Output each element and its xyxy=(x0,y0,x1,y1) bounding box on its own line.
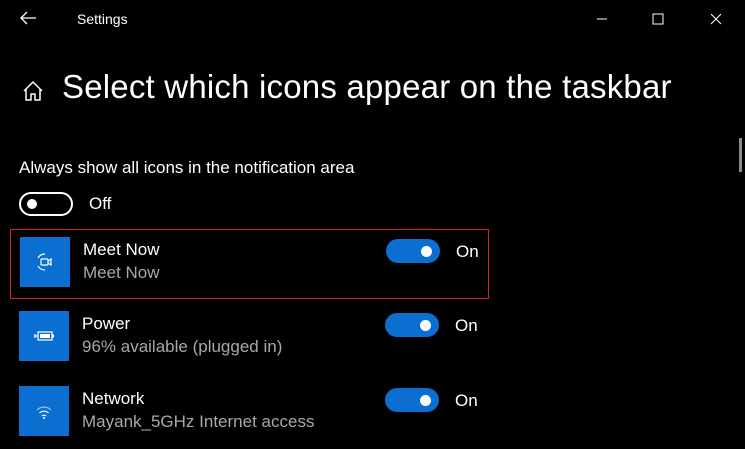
toggle-knob xyxy=(27,199,37,209)
minimize-button[interactable] xyxy=(580,0,624,38)
minimize-icon xyxy=(597,18,607,20)
item-state: On xyxy=(456,242,479,261)
meet-now-toggle[interactable] xyxy=(386,239,440,263)
home-icon[interactable] xyxy=(21,79,45,103)
wifi-icon xyxy=(19,386,69,436)
item-description: Meet Now xyxy=(83,263,160,282)
page-title: Select which icons appear on the taskbar xyxy=(62,68,672,105)
meet-now-icon xyxy=(20,237,70,287)
item-description: Mayank_5GHz Internet access xyxy=(82,412,315,431)
network-toggle[interactable] xyxy=(385,388,439,412)
item-state: On xyxy=(455,391,478,410)
scrollbar-thumb[interactable] xyxy=(739,138,742,172)
always-show-label: Always show all icons in the notificatio… xyxy=(19,158,355,177)
list-item-network[interactable]: Network Mayank_5GHz Internet access On xyxy=(10,379,489,449)
maximize-button[interactable] xyxy=(636,0,680,38)
maximize-icon xyxy=(652,13,664,25)
list-item-meet-now[interactable]: Meet Now Meet Now On xyxy=(10,229,489,299)
always-show-state: Off xyxy=(89,194,112,213)
window-title: Settings xyxy=(77,11,128,27)
list-item-power[interactable]: Power 96% available (plugged in) On xyxy=(10,304,489,374)
battery-plugged-icon xyxy=(19,311,69,361)
power-toggle[interactable] xyxy=(385,313,439,337)
item-name: Meet Now xyxy=(83,240,160,259)
title-bar: Settings xyxy=(0,0,745,38)
toggle-knob xyxy=(420,395,431,406)
close-button[interactable] xyxy=(694,0,738,38)
item-state: On xyxy=(455,316,478,335)
item-name: Network xyxy=(82,389,145,408)
toggle-knob xyxy=(421,246,432,257)
item-description: 96% available (plugged in) xyxy=(82,337,283,356)
back-arrow-icon[interactable] xyxy=(18,8,38,28)
close-icon xyxy=(710,13,722,25)
item-name: Power xyxy=(82,314,131,333)
always-show-toggle[interactable] xyxy=(19,192,73,216)
toggle-knob xyxy=(420,320,431,331)
